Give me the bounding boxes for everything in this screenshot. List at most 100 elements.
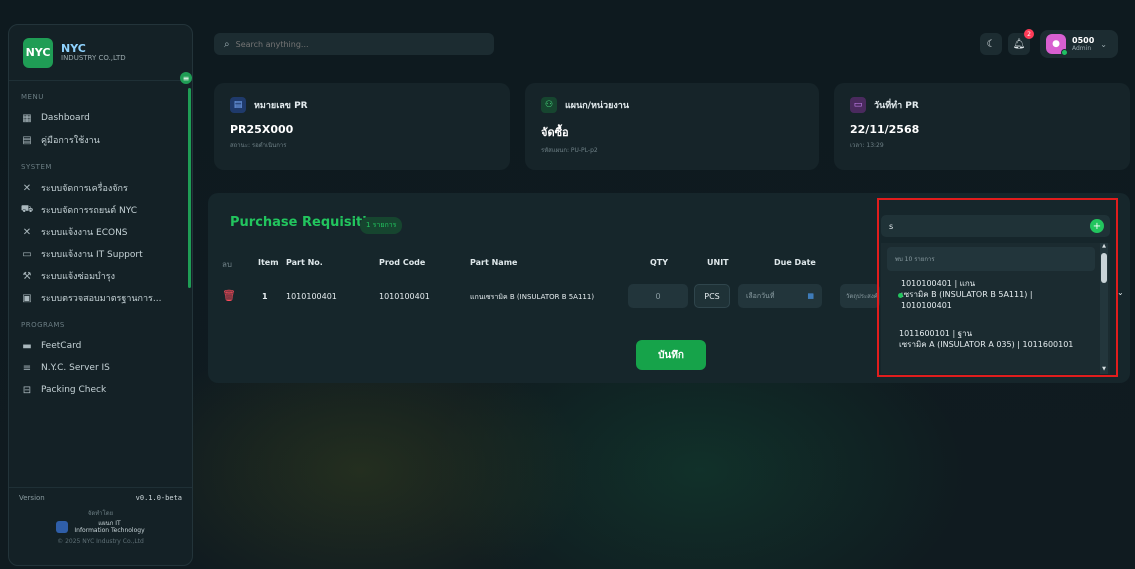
sidebar-item-vehicles[interactable]: ⛟ ระบบจัดการรถยนต์ NYC — [9, 199, 192, 221]
chevron-down-icon[interactable]: ⌄ — [1117, 288, 1124, 297]
user-icon: ● — [1052, 39, 1060, 49]
bell-icon: 🔔︎ — [1012, 38, 1026, 50]
sidebar-item-feetcard[interactable]: ▬ FeetCard — [9, 335, 192, 357]
column-header-item: Item — [258, 258, 279, 267]
trash-icon: 🗑︎ — [222, 288, 236, 302]
add-icon[interactable]: + — [1090, 219, 1104, 233]
sidebar-item-maintenance[interactable]: ⚒ ระบบแจ้งซ่อมบำรุง — [9, 265, 192, 287]
column-header-prod-code: Prod Code — [379, 258, 426, 267]
scrollbar-thumb[interactable] — [1101, 253, 1107, 283]
sidebar-item-label: ระบบแจ้งซ่อมบำรุง — [41, 272, 116, 282]
card-title: หมายเลข PR — [254, 101, 308, 111]
card-subtext: สถานะ: รอดำเนินการ — [230, 142, 287, 149]
column-header-unit: UNIT — [707, 258, 729, 267]
sidebar-item-machinery[interactable]: ✕ ระบบจัดการเครื่องจักร — [9, 177, 192, 199]
card-title: วันที่ทำ PR — [874, 101, 919, 111]
sidebar-collapse-button[interactable]: ≡ — [180, 72, 192, 84]
moon-icon: ☾ — [986, 38, 996, 50]
card-subtext: เวลา: 13:29 — [850, 142, 884, 149]
scroll-up-icon[interactable]: ▲ — [1100, 243, 1108, 249]
results-count: พบ 10 รายการ — [887, 247, 1095, 271]
sidebar-item-label: Dashboard — [41, 113, 90, 123]
item-count-badge: 1 รายการ — [360, 217, 403, 234]
sidebar: NYC NYC INDUSTRY CO.,LTD MENU ▦ Dashboar… — [8, 24, 193, 566]
column-header-part-no: Part No. — [286, 258, 323, 267]
sidebar-item-label: ระบบจัดการเครื่องจักร — [41, 184, 128, 194]
sidebar-item-dashboard[interactable]: ▦ Dashboard — [9, 107, 192, 129]
document-icon: ▤ — [230, 97, 246, 113]
sidebar-item-econs[interactable]: ✕ ระบบแจ้งงาน ECONS — [9, 221, 192, 243]
save-button[interactable]: บันทึก — [636, 340, 706, 370]
row-part-name: แกนเซรามิค B (INSULATOR B 5A111) — [470, 293, 595, 301]
list-item[interactable]: 1011600101 | ฐาน เซรามิค A (INSULATOR A … — [881, 329, 1099, 351]
row-part-no: 1010100401 — [286, 292, 337, 301]
column-header-qty: QTY — [650, 258, 669, 267]
user-id: 0500 — [1072, 35, 1095, 45]
dashboard-icon: ▦ — [22, 112, 32, 124]
selected-dot-icon — [898, 293, 903, 298]
sidebar-item-label: คู่มือการใช้งาน — [41, 136, 100, 146]
user-role: Admin — [1072, 44, 1092, 52]
sidebar-item-label: ระบบแจ้งงาน IT Support — [41, 250, 143, 260]
sidebar-item-server[interactable]: ≡ N.Y.C. Server IS — [9, 357, 192, 379]
version-label: Version — [19, 494, 45, 502]
it-dept-icon — [56, 521, 69, 534]
dept-name: แผนก IT — [98, 520, 121, 527]
option-line: เซรามิค B (INSULATOR B 5A111) | — [901, 289, 1033, 299]
calendar-icon: ▭ — [850, 97, 866, 113]
menu-section-label: MENU — [21, 93, 44, 101]
sidebar-item-label: N.Y.C. Server IS — [41, 363, 110, 373]
card-title: แผนก/หน่วยงาน — [565, 101, 629, 111]
user-menu[interactable]: ● 0500 Admin ⌄ — [1040, 30, 1118, 58]
option-line: เซรามิค A (INSULATOR A 035) | 1011600101 — [899, 340, 1074, 350]
due-date-placeholder: เลือกวันที่ — [746, 291, 775, 300]
delete-row-button[interactable]: 🗑︎ — [222, 288, 236, 302]
online-status-dot — [1061, 49, 1068, 56]
dept-sub: Information Technology — [74, 527, 145, 535]
avatar: ● — [1046, 34, 1068, 56]
list-item[interactable]: 1010100401 | แกน เซรามิค B (INSULATOR B … — [881, 279, 1099, 311]
sidebar-item-standards[interactable]: ▣ ระบบตรวจสอบมาตรฐานการ... — [9, 287, 192, 309]
sidebar-scrollbar[interactable] — [188, 88, 191, 288]
copyright: © 2025 NYC Industry Co.,Ltd — [57, 538, 144, 546]
row-prod-code: 1010100401 — [379, 292, 430, 301]
theme-toggle-button[interactable]: ☾ — [980, 33, 1002, 55]
calendar-icon: ▦ — [807, 292, 814, 300]
sidebar-item-packing[interactable]: ⊟ Packing Check — [9, 379, 192, 401]
box-icon: ⊟ — [22, 384, 32, 396]
pr-number-card: ▤ หมายเลข PR PR25X000 สถานะ: รอดำเนินการ — [214, 83, 510, 170]
notification-button[interactable]: 🔔︎ 2 — [1008, 29, 1034, 55]
developed-by-label: จัดทำโดย — [87, 510, 114, 517]
sidebar-item-label: ระบบจัดการรถยนต์ NYC — [41, 206, 137, 216]
system-section-label: SYSTEM — [21, 163, 52, 171]
brand[interactable]: NYC NYC INDUSTRY CO.,LTD — [9, 25, 192, 81]
car-icon: ⛟ — [20, 203, 34, 215]
option-line: 1010100401 — [901, 300, 952, 310]
search-icon: ⌕ — [224, 38, 230, 50]
due-date-input[interactable]: เลือกวันที่ ▦ — [738, 284, 822, 308]
tools-icon: ✕ — [22, 182, 32, 194]
clipboard-icon: ▣ — [22, 292, 32, 304]
search-bar[interactable]: ⌕ — [214, 33, 494, 55]
scroll-down-icon[interactable]: ▼ — [1100, 366, 1108, 372]
option-line: 1010100401 | แกน — [901, 279, 976, 288]
sidebar-item-label: ระบบแจ้งงาน ECONS — [41, 228, 128, 238]
sidebar-item-it-support[interactable]: ▭ ระบบแจ้งงาน IT Support — [9, 243, 192, 265]
unit-field[interactable]: PCS — [694, 284, 730, 308]
brand-logo: NYC — [23, 37, 53, 68]
part-search-field[interactable]: + — [881, 215, 1110, 237]
row-item: 1 — [262, 292, 268, 301]
sidebar-item-manual[interactable]: ▤ คู่มือการใช้งาน — [9, 129, 192, 151]
qty-input[interactable]: 0 — [628, 284, 688, 308]
version-badge: v0.1.0-beta — [135, 494, 182, 502]
department-card: ⚇ แผนก/หน่วยงาน จัดซื้อ รหัสแผนก: PU-PL-… — [525, 83, 819, 170]
sidebar-footer: Version v0.1.0-beta จัดทำโดย แผนก IT Inf… — [9, 487, 192, 565]
purpose-input[interactable]: วัตถุประสงค์ — [840, 284, 880, 308]
sidebar-item-label: Packing Check — [41, 385, 107, 395]
programs-section-label: PROGRAMS — [21, 321, 65, 329]
part-search-input[interactable] — [889, 221, 1079, 231]
brand-subtitle: INDUSTRY CO.,LTD — [61, 53, 126, 62]
search-input[interactable] — [235, 39, 476, 49]
option-line: 1011600101 | ฐาน — [899, 329, 973, 339]
book-icon: ▤ — [22, 134, 32, 146]
